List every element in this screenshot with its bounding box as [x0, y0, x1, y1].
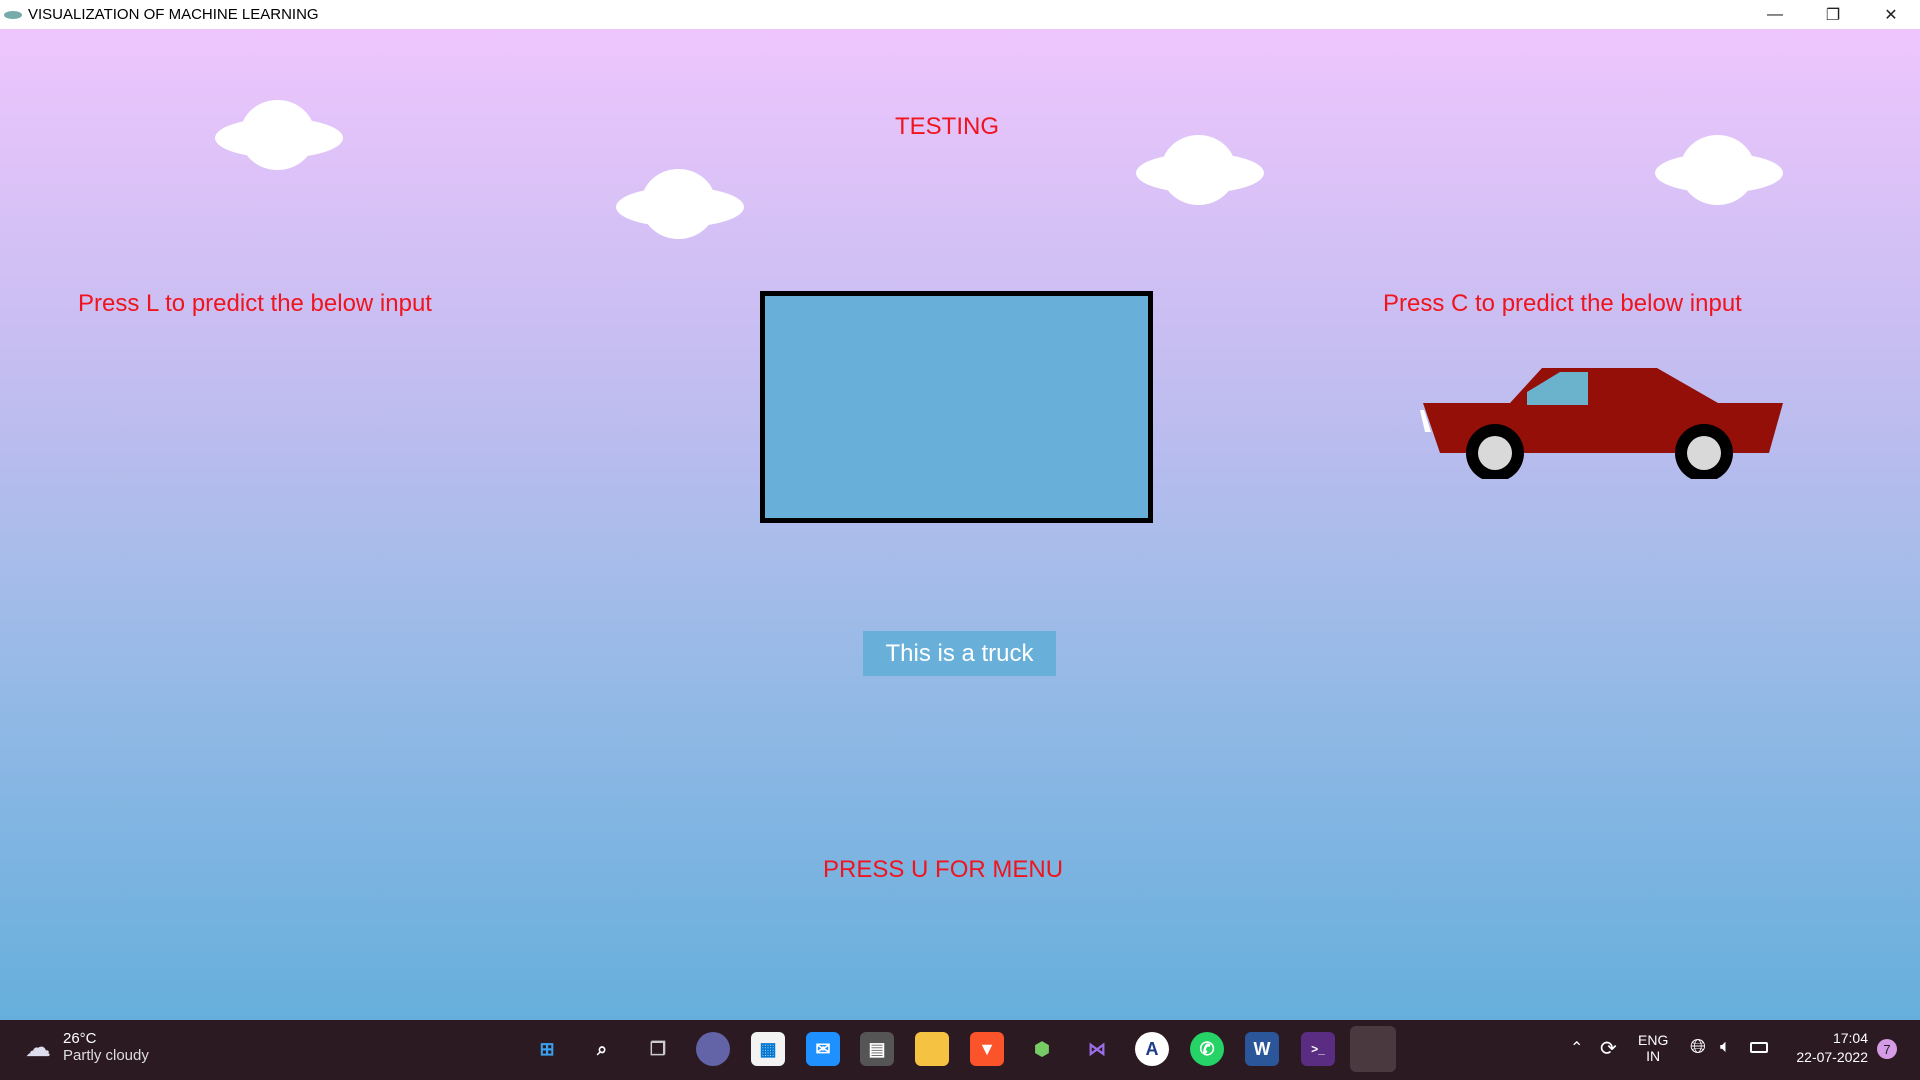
- date: 22-07-2022: [1796, 1049, 1868, 1065]
- terminal-icon[interactable]: >_: [1301, 1032, 1335, 1066]
- cloud: [616, 169, 744, 239]
- drawing-input-area[interactable]: [760, 291, 1153, 523]
- minimize-button[interactable]: —: [1746, 0, 1804, 29]
- window-title: VISUALIZATION OF MACHINE LEARNING: [28, 6, 319, 23]
- tray-overflow-icon[interactable]: ⌃: [1570, 1038, 1583, 1058]
- calculator-icon[interactable]: ▤: [860, 1032, 894, 1066]
- car-image: [1420, 368, 1783, 479]
- network-icon[interactable]: 🌐︎: [1690, 1036, 1706, 1059]
- volume-icon[interactable]: 🔈︎: [1720, 1036, 1731, 1057]
- cloud: [1136, 135, 1264, 205]
- notification-badge[interactable]: 7: [1877, 1039, 1897, 1059]
- brave-icon[interactable]: ▼: [970, 1032, 1004, 1066]
- language-indicator[interactable]: ENG IN: [1638, 1032, 1668, 1064]
- left-instruction: Press L to predict the below input: [78, 290, 432, 317]
- whatsapp-icon[interactable]: ✆: [1190, 1032, 1224, 1066]
- menu-hint: PRESS U FOR MENU: [823, 856, 1064, 883]
- circle-app-icon[interactable]: A: [1135, 1032, 1169, 1066]
- active-app-icon[interactable]: [1350, 1026, 1396, 1072]
- battery-icon[interactable]: [1750, 1042, 1768, 1053]
- cloud: [215, 100, 343, 170]
- file-explorer-icon[interactable]: [915, 1032, 949, 1066]
- time: 17:04: [1832, 1030, 1868, 1046]
- weather-widget[interactable]: ☁ 26°C Partly cloudy: [25, 1030, 149, 1064]
- search-icon[interactable]: ⌕: [585, 1032, 619, 1066]
- right-instruction: Press C to predict the below input: [1383, 290, 1742, 317]
- prediction-label: This is a truck: [863, 631, 1056, 676]
- teams-chat-icon[interactable]: [696, 1032, 730, 1066]
- mail-icon[interactable]: ✉: [806, 1032, 840, 1066]
- clock[interactable]: 17:04 22-07-2022: [1780, 1030, 1868, 1065]
- hexagon-app-icon[interactable]: ⬢: [1025, 1032, 1059, 1066]
- region-code: IN: [1646, 1048, 1661, 1064]
- close-button[interactable]: ✕: [1862, 0, 1920, 29]
- title-bar: VISUALIZATION OF MACHINE LEARNING — ❐ ✕: [0, 0, 1920, 29]
- app-icon: [4, 10, 22, 19]
- cloud: [1655, 135, 1783, 205]
- store-icon[interactable]: ▦: [751, 1032, 785, 1066]
- heading: TESTING: [895, 113, 1000, 140]
- taskbar: ☁ 26°C Partly cloudy ⊞ ⌕ ❐ ▦ ✉ ▤ ▼ ⬢ ⋈ A…: [0, 1020, 1920, 1080]
- game-canvas[interactable]: TESTING Press L to predict the below inp…: [0, 29, 1920, 1020]
- weather-condition: Partly cloudy: [63, 1047, 149, 1064]
- start-icon[interactable]: ⊞: [530, 1032, 564, 1066]
- task-view-icon[interactable]: ❐: [641, 1032, 675, 1066]
- visual-studio-icon[interactable]: ⋈: [1080, 1032, 1114, 1066]
- lang-code: ENG: [1638, 1032, 1669, 1048]
- restore-button[interactable]: ❐: [1804, 0, 1862, 29]
- sync-icon[interactable]: ⟳: [1600, 1036, 1617, 1061]
- weather-temp: 26°C: [63, 1030, 97, 1047]
- partly-cloudy-icon: ☁: [25, 1031, 51, 1062]
- word-icon[interactable]: W: [1245, 1032, 1279, 1066]
